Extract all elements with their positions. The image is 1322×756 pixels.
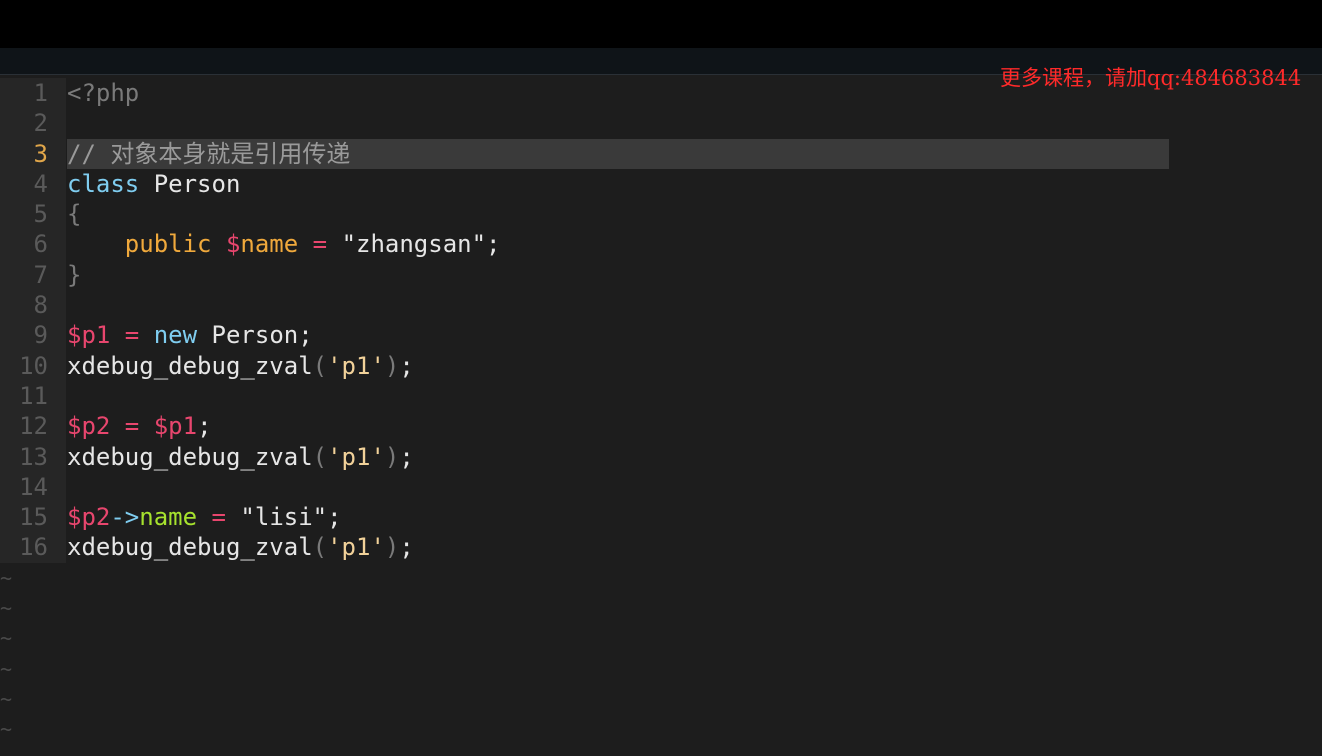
code-token: { <box>67 200 82 229</box>
code-token: 'p1' <box>327 533 385 562</box>
code-line[interactable]: 12 $p2 = $p1; <box>0 411 1322 442</box>
code-line[interactable]: 4 class Person <box>0 168 1322 200</box>
code-token: // 对象本身就是引用传递 <box>67 139 351 168</box>
code-line[interactable]: 16 xdebug_debug_zval('p1'); <box>0 532 1322 563</box>
line-number: 13 <box>0 441 66 472</box>
line-number: 9 <box>0 320 66 351</box>
code-token: <?php <box>67 79 140 107</box>
code-line[interactable]: 14 <box>0 471 1322 503</box>
line-number: 2 <box>0 108 66 139</box>
code-token: = <box>298 230 342 259</box>
code-token: ) <box>384 442 400 471</box>
empty-line-marker: ~ <box>0 565 13 590</box>
code-token: ( <box>312 351 328 380</box>
code-token: "lisi"; <box>240 503 342 532</box>
code-line[interactable]: 6 public $name = "zhangsan"; <box>0 229 1322 260</box>
line-number: 7 <box>0 259 66 291</box>
code-text[interactable]: xdebug_debug_zval('p1'); <box>67 442 414 472</box>
code-line[interactable]: 13 xdebug_debug_zval('p1'); <box>0 441 1322 472</box>
code-text[interactable]: // 对象本身就是引用传递 <box>67 138 1169 169</box>
line-number: 5 <box>0 199 66 230</box>
code-text[interactable]: $p2 = $p1; <box>67 411 212 441</box>
code-line[interactable]: 3// 对象本身就是引用传递 <box>0 138 1322 169</box>
code-token: ( <box>312 442 328 471</box>
empty-line-marker: ~ <box>0 596 13 621</box>
code-token: public <box>67 230 226 259</box>
line-number: 11 <box>0 380 66 412</box>
line-number: 15 <box>0 502 66 533</box>
code-line[interactable]: 1 <?php <box>0 78 1322 109</box>
code-line[interactable]: 2 <box>0 108 1322 139</box>
code-line[interactable]: 5{ <box>0 199 1322 230</box>
code-line[interactable]: 8 <box>0 290 1322 321</box>
code-text[interactable]: xdebug_debug_zval('p1'); <box>67 532 414 562</box>
code-token: new <box>153 321 198 350</box>
code-text[interactable]: <?php <box>67 78 139 108</box>
code-text[interactable]: xdebug_debug_zval('p1'); <box>67 351 414 381</box>
code-token: } <box>67 260 82 289</box>
line-number: 12 <box>0 411 66 442</box>
code-token: = <box>110 412 154 441</box>
code-token: 'p1' <box>327 351 385 380</box>
code-token: ; <box>399 442 414 471</box>
code-text[interactable]: { <box>67 199 81 229</box>
code-token: name <box>139 503 198 532</box>
empty-line-marker: ~ <box>0 717 13 742</box>
code-line[interactable]: 9 $p1 = new Person; <box>0 320 1322 351</box>
code-text[interactable]: $p2->name = "lisi"; <box>67 502 342 532</box>
code-token: = <box>110 321 154 350</box>
code-line[interactable]: 15 $p2->name = "lisi"; <box>0 502 1322 533</box>
code-token: ; <box>399 533 414 562</box>
line-number: 1 <box>0 78 66 109</box>
code-token: 'p1' <box>327 442 385 471</box>
code-token: xdebug_debug_zval <box>67 533 313 562</box>
code-token: ) <box>384 533 400 562</box>
code-token: xdebug_debug_zval <box>67 351 313 380</box>
code-token: $p1 <box>67 321 111 350</box>
line-number: 16 <box>0 532 66 563</box>
code-token: xdebug_debug_zval <box>67 442 313 471</box>
code-token: $p1 <box>153 412 198 441</box>
code-token: = <box>197 503 241 532</box>
line-number: 14 <box>0 471 66 503</box>
code-text[interactable]: $p1 = new Person; <box>67 320 313 350</box>
empty-line-marker: ~ <box>0 686 13 711</box>
line-number: 3 <box>0 138 66 169</box>
code-line[interactable]: 7} <box>0 259 1322 291</box>
line-number: 4 <box>0 168 66 200</box>
empty-line-marker: ~ <box>0 656 13 681</box>
line-number: 6 <box>0 229 66 260</box>
line-number: 8 <box>0 290 66 321</box>
code-token: Person; <box>197 321 313 350</box>
code-token: class <box>67 169 140 198</box>
code-token: $p2 <box>67 412 111 441</box>
code-token: $p2 <box>67 503 111 532</box>
code-token: -> <box>110 503 140 532</box>
code-line[interactable]: 11 <box>0 380 1322 412</box>
code-token: name <box>240 230 299 259</box>
code-text[interactable]: public $name = "zhangsan"; <box>67 229 501 259</box>
code-text[interactable]: class Person <box>67 169 240 199</box>
code-token: ; <box>197 412 212 441</box>
line-number: 10 <box>0 350 66 381</box>
code-line[interactable]: 10 xdebug_debug_zval('p1'); <box>0 350 1322 381</box>
code-editor[interactable]: 1 <?php 2 3// 对象本身就是引用传递 4 class Person 5{6 pu… <box>0 78 1322 756</box>
code-token: "zhangsan"; <box>341 230 501 259</box>
code-token: ) <box>384 351 400 380</box>
code-text[interactable]: } <box>67 260 81 290</box>
code-token: ; <box>399 351 414 380</box>
code-token: $ <box>225 230 241 259</box>
top-bar <box>0 0 1322 48</box>
code-token: Person <box>139 169 241 198</box>
empty-line-marker: ~ <box>0 626 13 651</box>
code-token: ( <box>312 533 328 562</box>
